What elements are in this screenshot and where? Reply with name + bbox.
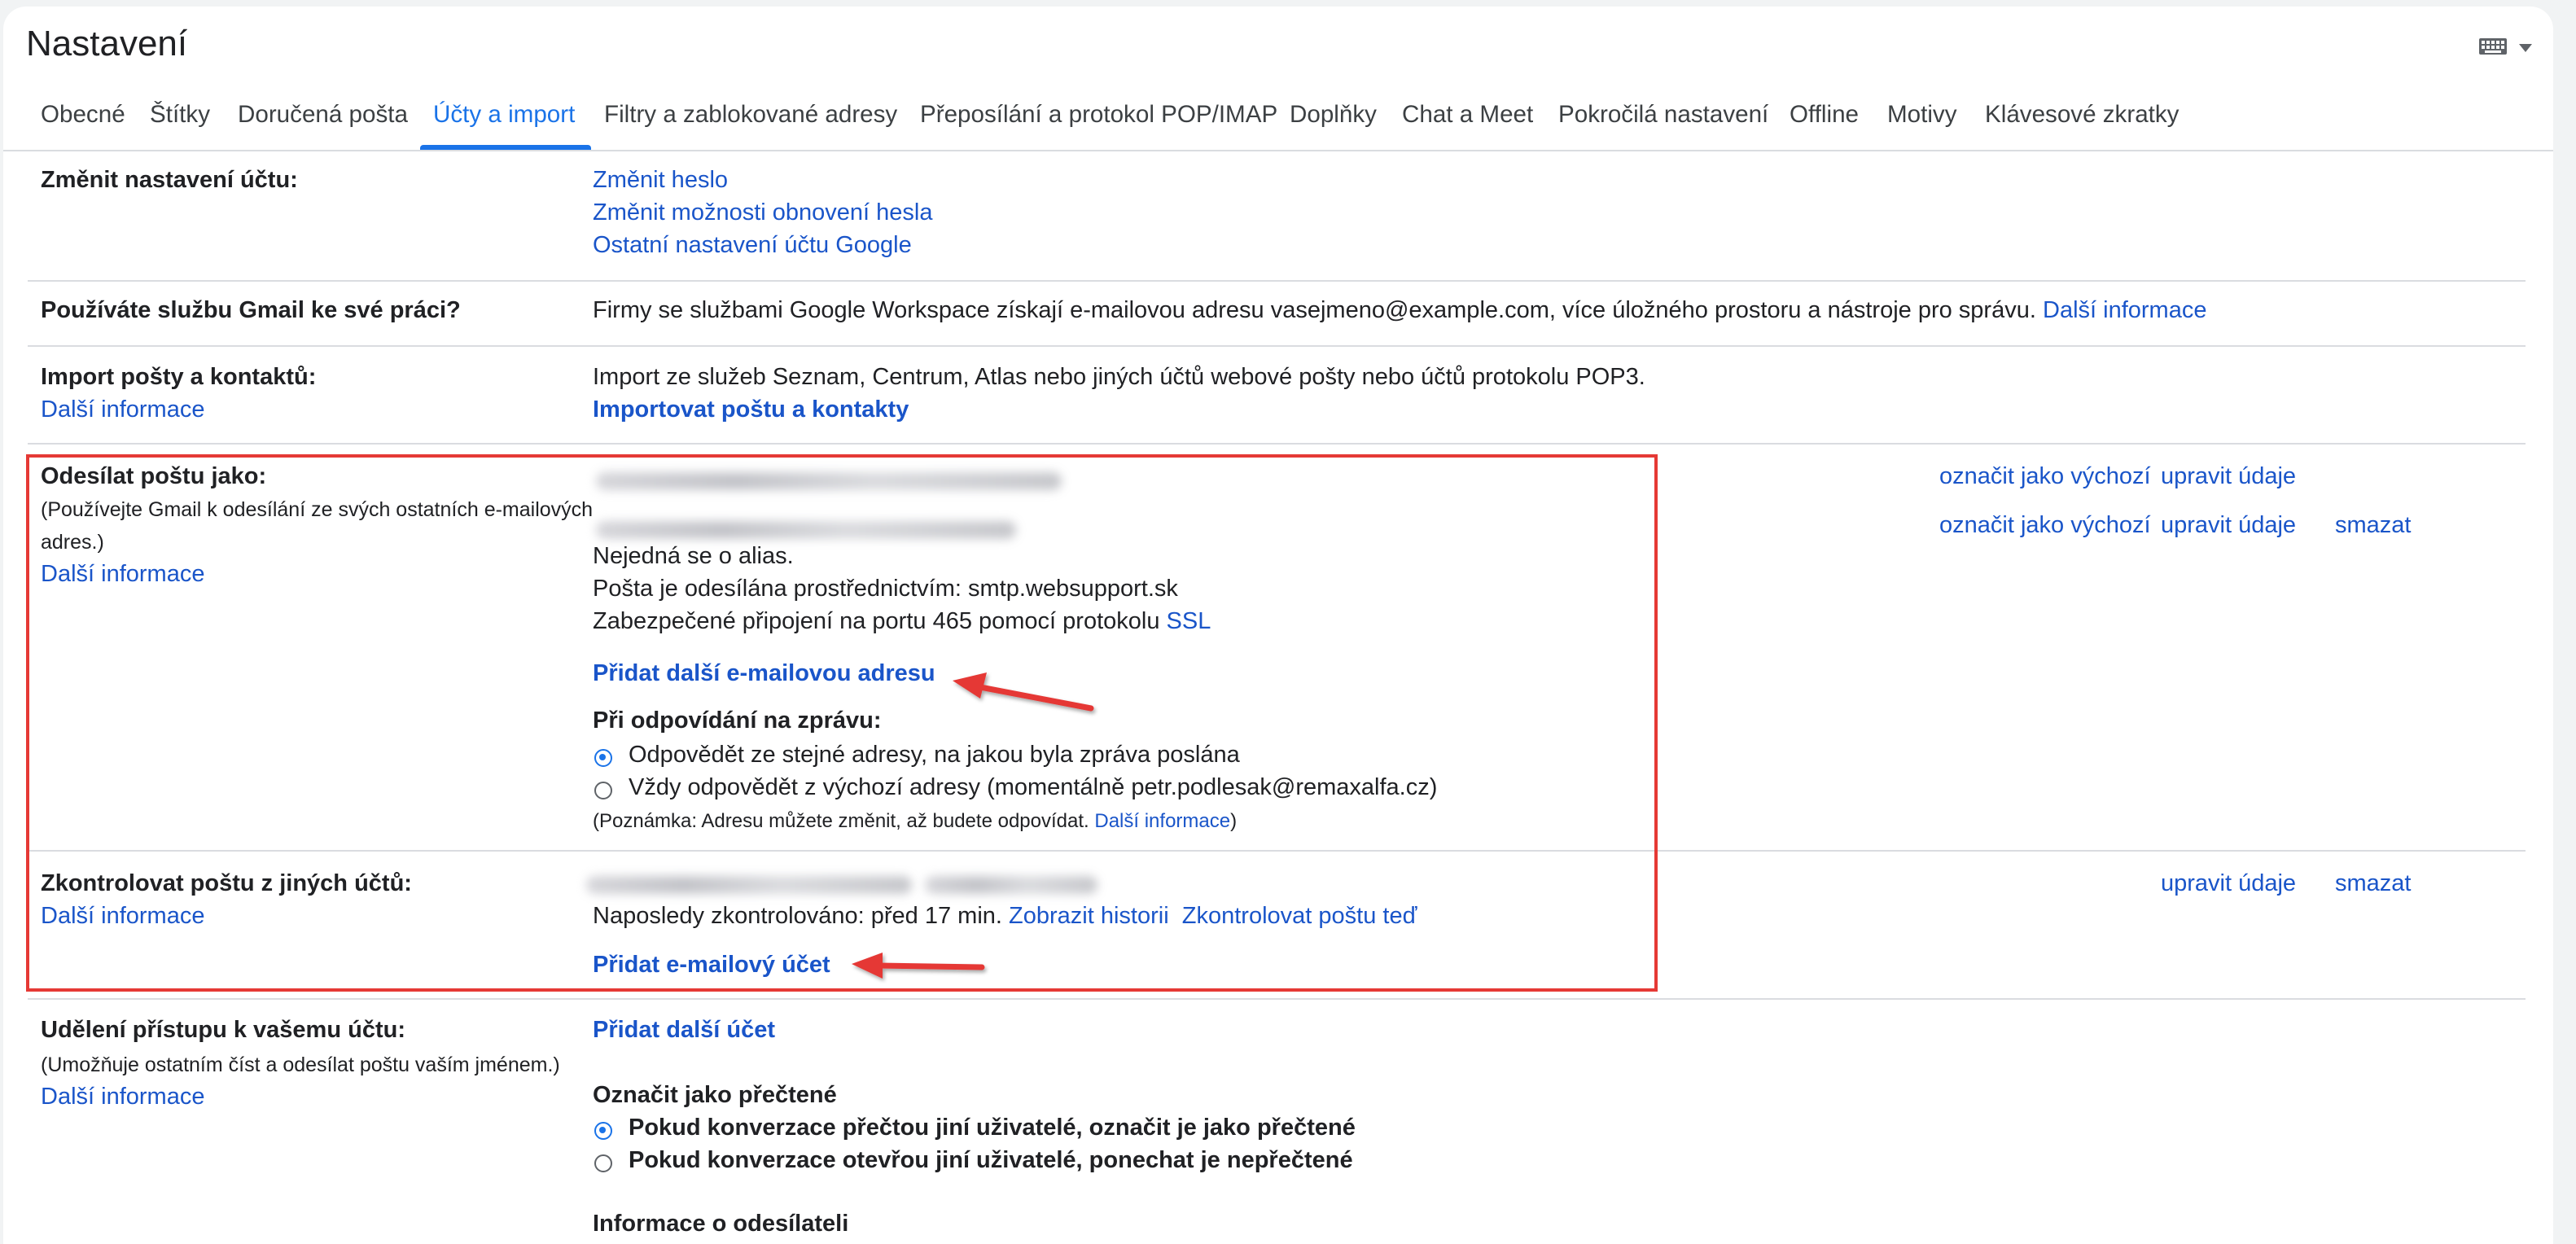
row-divider	[28, 345, 2526, 347]
tab-obecne[interactable]: Obecné	[41, 103, 125, 129]
tab-dorucena-posta[interactable]: Doručená pošta	[238, 103, 408, 129]
workspace-more-info-link[interactable]: Další informace	[2043, 298, 2206, 324]
sender-info-heading: Informace o odesílateli	[593, 1211, 849, 1237]
mark-read-heading: Označit jako přečtené	[593, 1083, 837, 1109]
workspace-text: Firmy se službami Google Workspace získa…	[593, 298, 2036, 324]
tab-offline[interactable]: Offline	[1790, 103, 1859, 129]
keyboard-icon	[2479, 38, 2507, 55]
tab-stitky[interactable]: Štítky	[150, 103, 210, 129]
mark-as-read-label[interactable]: Pokud konverzace přečtou jiní uživatelé,…	[629, 1115, 1356, 1141]
change-recovery-link[interactable]: Změnit možnosti obnovení hesla	[593, 200, 933, 226]
tab-klavesove-zkratky[interactable]: Klávesové zkratky	[1985, 103, 2180, 129]
change-account-label: Změnit nastavení účtu:	[41, 168, 298, 194]
grant-access-note: (Umožňuje ostatním číst a odesílat poštu…	[41, 1053, 560, 1076]
highlight-box	[26, 454, 1658, 992]
import-text: Import ze služeb Seznam, Centrum, Atlas …	[593, 365, 1645, 391]
import-more-info-link[interactable]: Další informace	[41, 397, 204, 423]
import-label: Import pošty a kontaktů:	[41, 365, 317, 391]
tab-ucty-a-import[interactable]: Účty a import	[433, 103, 575, 129]
tab-pokrocila-nastaveni[interactable]: Pokročilá nastavení	[1558, 103, 1768, 129]
page-title: Nastavení	[26, 23, 188, 64]
make-default-link[interactable]: označit jako výchozí	[1939, 513, 2151, 539]
tab-chat-a-meet[interactable]: Chat a Meet	[1402, 103, 1533, 129]
tabs-divider	[3, 150, 2553, 151]
tab-doplnky[interactable]: Doplňky	[1290, 103, 1377, 129]
workspace-text-line: Firmy se službami Google Workspace získa…	[593, 298, 2206, 324]
edit-info-link[interactable]: upravit údaje	[2161, 513, 2296, 539]
add-another-account-button[interactable]: Přidat další účet	[593, 1018, 775, 1044]
row-divider	[28, 280, 2526, 282]
input-tools-button[interactable]	[2478, 36, 2537, 59]
import-mail-contacts-button[interactable]: Importovat poštu a kontakty	[593, 397, 909, 423]
google-account-settings-link[interactable]: Ostatní nastavení účtu Google	[593, 233, 912, 259]
settings-panel: Nastavení Obecné Štítky Doručená pošta Ú…	[3, 7, 2553, 1244]
edit-info-link[interactable]: upravit údaje	[2161, 464, 2296, 490]
mark-as-read-radio[interactable]	[594, 1122, 612, 1140]
make-default-link[interactable]: označit jako výchozí	[1939, 464, 2151, 490]
edit-info-link[interactable]: upravit údaje	[2161, 871, 2296, 897]
grant-access-label: Udělení přístupu k vašemu účtu:	[41, 1018, 405, 1044]
keep-unread-radio[interactable]	[594, 1154, 612, 1172]
change-password-link[interactable]: Změnit heslo	[593, 168, 728, 194]
workspace-label: Používáte službu Gmail ke své práci?	[41, 298, 461, 324]
tab-preposilani[interactable]: Přeposílání a protokol POP/IMAP	[920, 103, 1277, 129]
row-divider	[28, 998, 2526, 1000]
grant-access-more-info-link[interactable]: Další informace	[41, 1084, 204, 1110]
chevron-down-icon	[2519, 44, 2532, 52]
row-divider	[28, 443, 2526, 445]
delete-link[interactable]: smazat	[2335, 513, 2412, 539]
tab-motivy[interactable]: Motivy	[1887, 103, 1957, 129]
delete-link[interactable]: smazat	[2335, 871, 2412, 897]
tab-filtry[interactable]: Filtry a zablokované adresy	[604, 103, 897, 129]
keep-unread-label[interactable]: Pokud konverzace otevřou jiní uživatelé,…	[629, 1148, 1353, 1174]
